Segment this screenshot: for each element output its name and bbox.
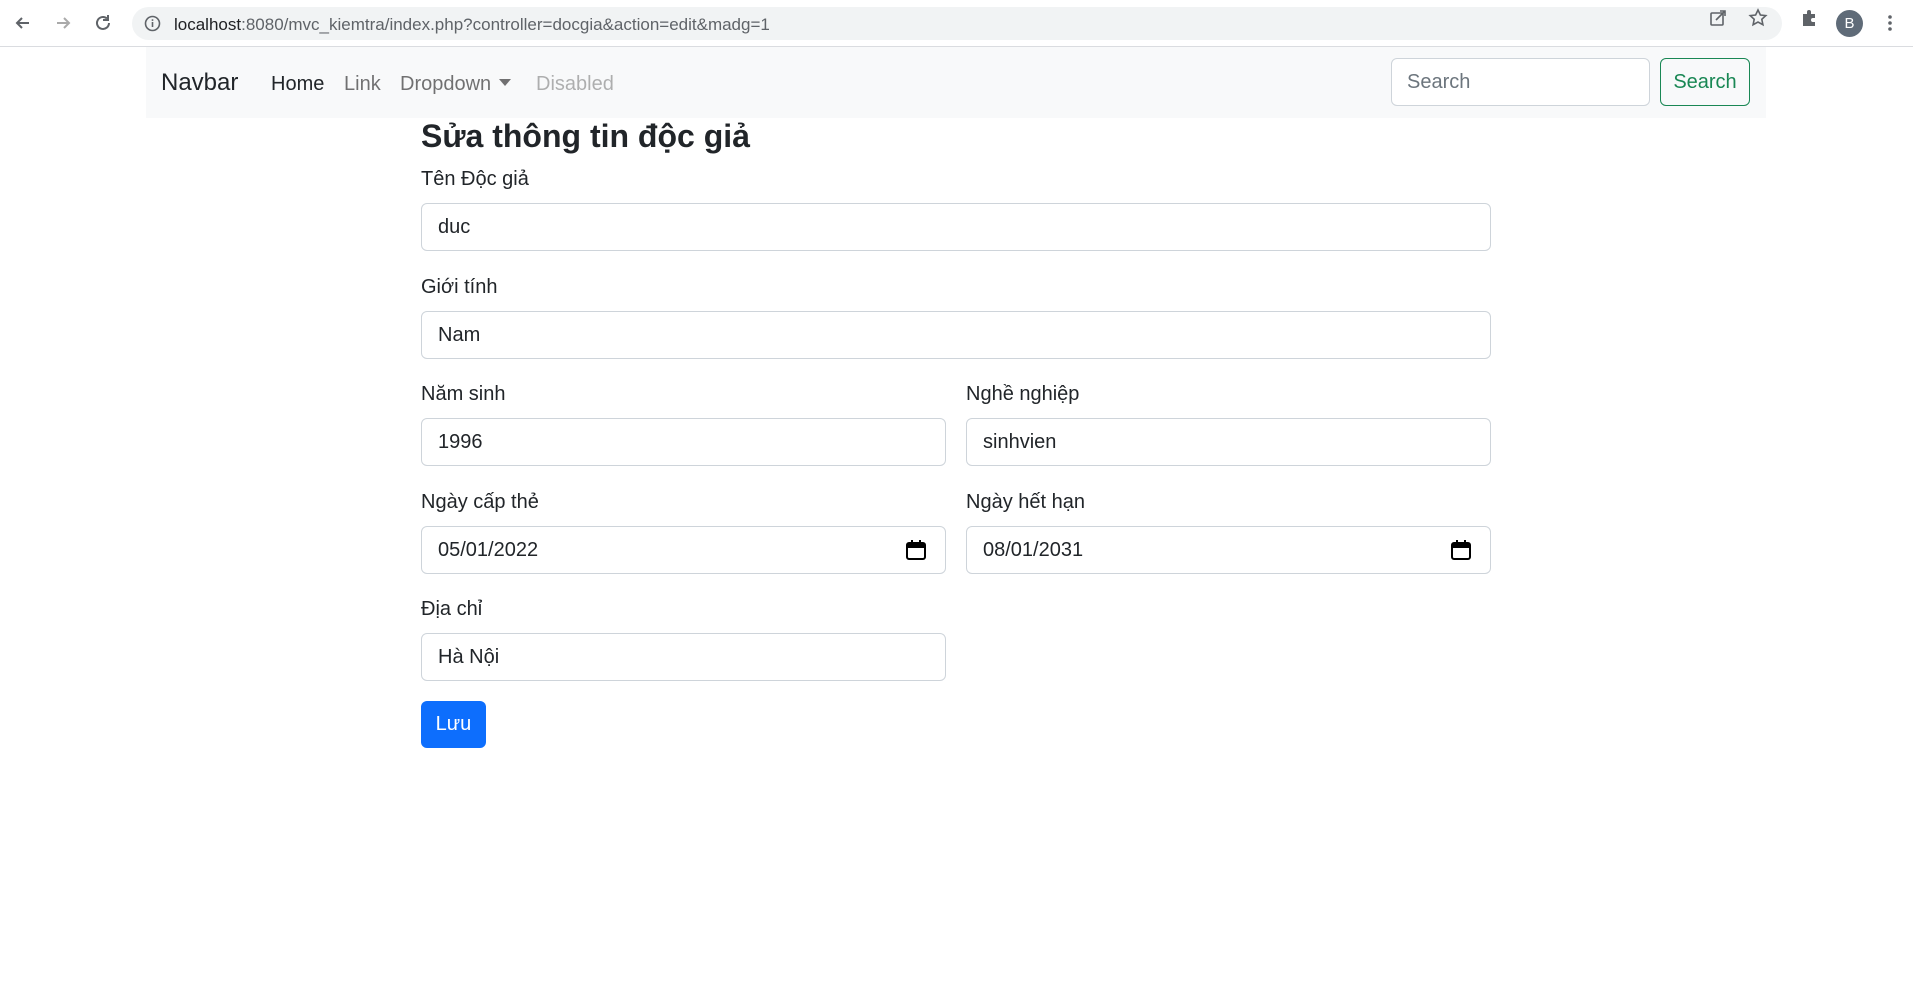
nav-link-link[interactable]: Link <box>344 73 381 96</box>
search-input[interactable] <box>1391 58 1650 106</box>
bookmark-star-icon[interactable] <box>1748 8 1768 28</box>
search-button[interactable]: Search <box>1660 58 1750 106</box>
save-button[interactable]: Lưu <box>421 701 486 748</box>
forward-icon[interactable] <box>48 8 78 38</box>
caret-down-icon <box>499 79 512 86</box>
namsinh-value: 1996 <box>438 430 483 453</box>
diachi-label: Địa chỉ <box>421 598 483 620</box>
nghenghiep-label: Nghề nghiệp <box>966 383 1080 405</box>
back-icon[interactable] <box>8 8 38 38</box>
nav-dropdown-label: Dropdown <box>400 73 492 95</box>
info-icon[interactable] <box>144 15 161 32</box>
nghenghiep-input[interactable]: sinhvien <box>966 418 1491 466</box>
nav-link-disabled: Disabled <box>536 73 614 95</box>
share-icon[interactable] <box>1708 8 1728 28</box>
ngaycap-value: 05/01/2022 <box>438 538 539 561</box>
namsinh-input[interactable]: 1996 <box>421 418 946 466</box>
ten-docgia-label: Tên Độc giả <box>421 168 529 190</box>
ngaycap-date-input[interactable]: 05/01/2022 <box>421 526 946 574</box>
profile-initial: B <box>1844 15 1855 32</box>
menu-icon[interactable] <box>1875 8 1905 38</box>
url-text: localhost:8080/mvc_kiemtra/index.php?con… <box>174 15 770 34</box>
reload-icon[interactable] <box>88 8 118 38</box>
ten-docgia-input[interactable]: duc <box>421 203 1491 251</box>
calendar-icon[interactable] <box>1450 539 1472 561</box>
browser-toolbar: localhost:8080/mvc_kiemtra/index.php?con… <box>0 0 1913 47</box>
diachi-value: Hà Nội <box>438 645 500 668</box>
nghenghiep-value: sinhvien <box>983 430 1057 453</box>
diachi-input[interactable]: Hà Nội <box>421 633 946 681</box>
page-title: Sửa thông tin độc giả <box>421 118 750 154</box>
gioitinh-value: Nam <box>438 323 481 346</box>
gioitinh-label: Giới tính <box>421 276 498 298</box>
navbar: Navbar Home Link Dropdown Disabled Searc… <box>146 47 1766 118</box>
gioitinh-input[interactable]: Nam <box>421 311 1491 359</box>
nav-dropdown-toggle[interactable]: Dropdown <box>400 73 512 96</box>
namsinh-label: Năm sinh <box>421 383 506 405</box>
ngayhethan-label: Ngày hết hạn <box>966 491 1085 513</box>
ngaycap-label: Ngày cấp thẻ <box>421 491 539 513</box>
navbar-brand[interactable]: Navbar <box>161 69 238 97</box>
ten-docgia-value: duc <box>438 215 471 238</box>
ngayhethan-date-input[interactable]: 08/01/2031 <box>966 526 1491 574</box>
calendar-icon[interactable] <box>905 539 927 561</box>
ngayhethan-value: 08/01/2031 <box>983 538 1084 561</box>
profile-avatar[interactable]: B <box>1836 10 1863 37</box>
address-bar[interactable]: localhost:8080/mvc_kiemtra/index.php?con… <box>132 7 1782 40</box>
extensions-icon[interactable] <box>1799 8 1819 28</box>
nav-link-home[interactable]: Home <box>271 73 324 96</box>
